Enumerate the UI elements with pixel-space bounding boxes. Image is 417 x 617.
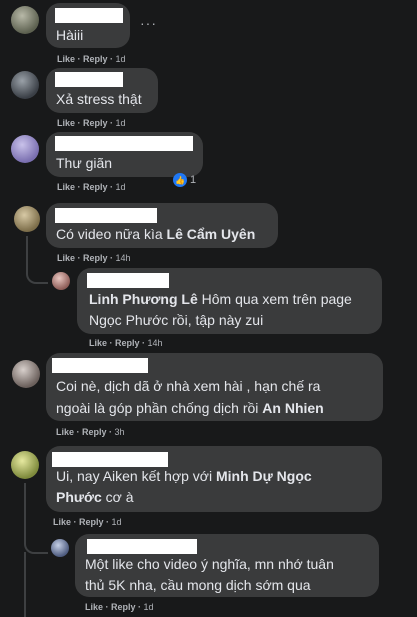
separator: ·	[107, 54, 116, 64]
like-button[interactable]: Like	[57, 54, 75, 64]
reply-button[interactable]: Reply	[111, 602, 136, 612]
timestamp: 1d	[143, 602, 154, 612]
avatar[interactable]	[11, 6, 39, 34]
reaction-count: 1	[190, 174, 197, 186]
mention-link[interactable]: Lê Cẩm Uyên	[167, 226, 256, 242]
mention-link[interactable]: Phước	[56, 489, 102, 505]
reply-button[interactable]: Reply	[83, 182, 108, 192]
comment-text-line1: Ui, nay Aiken kết hợp với Minh Dự Ngọc	[56, 466, 312, 487]
avatar[interactable]	[52, 272, 70, 290]
avatar[interactable]	[14, 206, 40, 232]
comment-actions: Like · Reply · 1d	[53, 517, 122, 527]
avatar[interactable]	[11, 135, 39, 163]
separator: ·	[75, 118, 84, 128]
avatar[interactable]	[11, 71, 39, 99]
redacted-name	[52, 358, 148, 373]
like-button[interactable]: Like	[53, 517, 71, 527]
mention-link[interactable]: Linh Phương Lê	[89, 291, 198, 307]
redacted-name	[55, 136, 193, 151]
like-button[interactable]: Like	[85, 602, 103, 612]
avatar[interactable]	[12, 360, 40, 388]
thread-line	[24, 483, 26, 540]
comment-actions: Like · Reply · 1d	[57, 54, 126, 64]
comment-actions: Like · Reply · 14h	[57, 253, 131, 263]
comment-text-line1: Coi nè, dịch dã ở nhà xem hài , hạn chế …	[56, 378, 321, 394]
thread-connector	[24, 536, 48, 554]
comment-text-line2: Phước cơ à	[56, 487, 134, 508]
comment-actions: Like · Reply · 14h	[89, 338, 163, 348]
like-button[interactable]: Like	[56, 427, 74, 437]
reply-text-line2: Ngọc Phước rồi, tập này zui	[89, 312, 264, 328]
separator: ·	[75, 253, 84, 263]
redacted-name	[87, 539, 197, 554]
comment-text-part: ngoài là góp phần chống dịch rồi	[56, 400, 263, 416]
timestamp: 1d	[115, 118, 126, 128]
redacted-name	[55, 8, 123, 23]
reply-text-line1: Linh Phương Lê Hôm qua xem trên page	[89, 289, 352, 310]
like-button[interactable]: Like	[57, 253, 75, 263]
timestamp: 1d	[111, 517, 122, 527]
thumbs-up-icon: 👍	[173, 173, 187, 187]
like-button[interactable]: Like	[57, 118, 75, 128]
comment-text-part: Có video nữa kìa	[56, 226, 167, 242]
redacted-name	[55, 72, 123, 87]
comment-actions: Like · Reply · 3h	[56, 427, 125, 437]
comment-text: Xả stress thật	[56, 91, 142, 107]
more-options-icon[interactable]: ···	[140, 15, 157, 31]
reply-button[interactable]: Reply	[83, 118, 108, 128]
reply-text-line2: thủ 5K nha, cầu mong dịch sớm qua	[85, 577, 311, 593]
separator: ·	[107, 118, 116, 128]
separator: ·	[139, 338, 148, 348]
avatar[interactable]	[51, 539, 69, 557]
separator: ·	[103, 517, 112, 527]
thread-connector	[26, 262, 48, 284]
separator: ·	[75, 182, 84, 192]
like-button[interactable]: Like	[57, 182, 75, 192]
reply-button[interactable]: Reply	[83, 253, 108, 263]
redacted-name	[55, 208, 157, 223]
timestamp: 1d	[115, 182, 126, 192]
avatar[interactable]	[11, 451, 39, 479]
comment-actions: Like · Reply · 1d	[85, 602, 154, 612]
reply-text-part: Hôm qua xem trên page	[197, 291, 352, 307]
timestamp: 14h	[147, 338, 163, 348]
reply-button[interactable]: Reply	[82, 427, 107, 437]
thread-line	[24, 552, 26, 617]
comment-actions: Like · Reply · 1d	[57, 182, 126, 192]
reply-button[interactable]: Reply	[83, 54, 108, 64]
timestamp: 14h	[115, 253, 131, 263]
reaction-badge[interactable]: 👍 1	[173, 172, 196, 188]
separator: ·	[106, 427, 115, 437]
separator: ·	[103, 602, 112, 612]
timestamp: 1d	[115, 54, 126, 64]
like-button[interactable]: Like	[89, 338, 107, 348]
comment-text-line2: ngoài là góp phần chống dịch rồi An Nhie…	[56, 398, 324, 419]
separator: ·	[107, 338, 116, 348]
comment-text-part: cơ à	[101, 489, 134, 505]
comment-text-part: Ui, nay Aiken kết hợp với	[56, 468, 216, 484]
reply-button[interactable]: Reply	[115, 338, 140, 348]
mention-link[interactable]: An Nhien	[262, 400, 323, 416]
comment-text: Có video nữa kìa Lê Cẩm Uyên	[56, 224, 255, 245]
separator: ·	[74, 427, 83, 437]
comment-actions: Like · Reply · 1d	[57, 118, 126, 128]
redacted-name	[52, 452, 168, 467]
mention-link[interactable]: Minh Dự Ngọc	[216, 468, 312, 484]
separator: ·	[107, 182, 116, 192]
separator: ·	[107, 253, 116, 263]
reply-button[interactable]: Reply	[79, 517, 104, 527]
separator: ·	[71, 517, 80, 527]
separator: ·	[135, 602, 144, 612]
comment-text: Hàiii	[56, 27, 84, 43]
separator: ·	[75, 54, 84, 64]
timestamp: 3h	[114, 427, 125, 437]
comment-text: Thư giãn	[56, 155, 113, 171]
reply-text-line1: Một like cho video ý nghĩa, mn nhớ tuân	[85, 556, 334, 572]
redacted-name	[87, 273, 169, 288]
